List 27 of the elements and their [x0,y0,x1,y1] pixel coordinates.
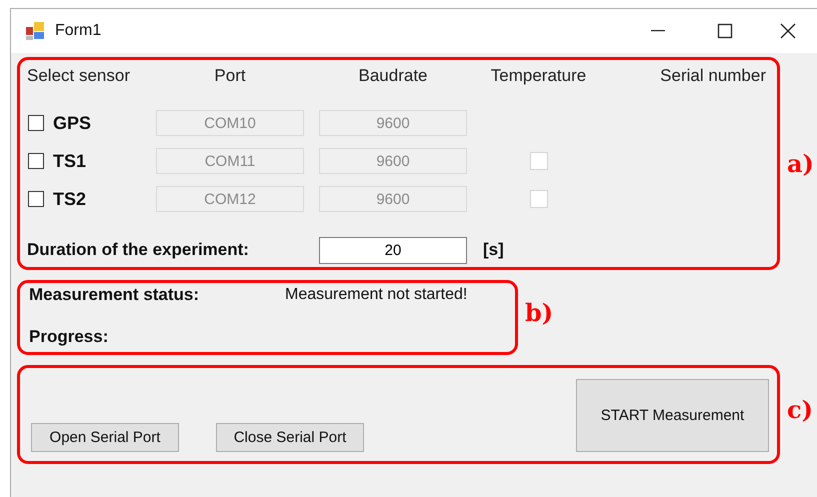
close-icon [780,23,796,39]
start-button[interactable]: START Measurement [576,379,769,452]
temperature-checkbox[interactable] [530,190,548,208]
status-label: Measurement status: [29,285,200,305]
app-icon [25,21,45,41]
progress-label: Progress: [29,327,110,347]
column-header: Temperature [490,66,586,86]
column-header: Baudrate [358,66,428,86]
sensor-checkbox[interactable]: TS1 [20,150,86,172]
window-title: Form1 [55,22,102,40]
column-header: Select sensor [26,66,130,86]
duration-label: Duration of the experiment: [27,240,250,260]
minimize-icon [650,30,664,32]
serial-port-button[interactable]: Open Serial Port [31,423,179,452]
sensor-checkbox[interactable]: GPS [20,112,92,134]
temperature-checkbox[interactable] [530,152,548,170]
column-header: Port [214,66,246,86]
status-value: Measurement not started! [285,286,468,304]
unit-label: [s] [483,240,504,260]
serial-port-button[interactable]: Close Serial Port [216,423,364,452]
maximize-icon [716,23,732,39]
sensor-checkbox[interactable]: TS2 [20,188,86,210]
annotation-label: c) [787,395,813,424]
column-header: Serial number [660,66,767,86]
annotation-label: b) [525,298,554,327]
duration-field[interactable]: 20 [319,236,467,264]
annotation-label: a) [787,149,814,178]
